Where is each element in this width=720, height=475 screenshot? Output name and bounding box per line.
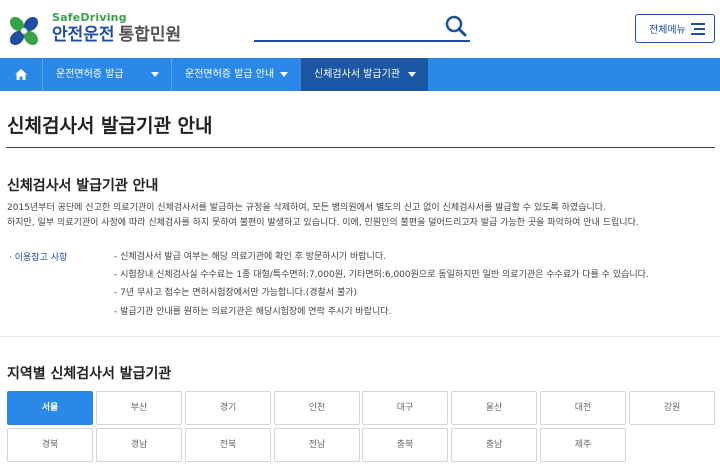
home-icon	[15, 69, 27, 80]
region-tab-jeonnam[interactable]: 전남	[274, 428, 360, 462]
nav-item-license-issue[interactable]: 운전면허증 발급	[42, 58, 171, 91]
notice-item: - 시험장내 신체검사실 수수료는 1종 대형/특수면허:7,000원, 기타면…	[114, 270, 649, 281]
description-line: 하지만, 일부 의료기관이 사정에 따라 신체검사를 하지 못하여 불편이 발생…	[7, 218, 639, 228]
region-tab-busan[interactable]: 부산	[96, 391, 182, 425]
region-tab-incheon[interactable]: 인천	[274, 391, 360, 425]
site-header: SafeDriving 안전운전 통합민원 전체메뉴	[0, 0, 720, 58]
notice-item: - 신체검사서 발급 여부는 해당 의료기관에 확인 후 방문하시기 바랍니다.	[114, 252, 386, 262]
nav-item-label: 운전면허증 발급 안내	[185, 69, 275, 80]
region-tab-gyeonggi[interactable]: 경기	[185, 391, 271, 425]
notice-item: - 7년 무사고 접수는 면허시험장에서만 가능합니다.(경찰서 불가)	[114, 288, 358, 299]
section-title-guide: 신체검사서 발급기관 안내	[7, 178, 159, 194]
chevron-down-icon	[151, 72, 159, 77]
region-tab-ulsan[interactable]: 울산	[451, 391, 537, 425]
guide-description: 2015년부터 공단에 신고한 의료기관이 신체검사서를 발급하는 규정을 삭제…	[7, 201, 639, 231]
clover-logo-icon	[9, 16, 39, 46]
nav-item-license-guide[interactable]: 운전면허증 발급 안내	[171, 58, 300, 91]
logo-sub-text: 통합민원	[118, 25, 182, 45]
region-tab-gyeongbuk[interactable]: 경북	[7, 428, 93, 462]
region-tab-daejeon[interactable]: 대전	[540, 391, 626, 425]
nav-item-label: 운전면허증 발급	[56, 69, 124, 80]
nav-item-label: 신체검사서 발급기관	[314, 69, 400, 80]
hamburger-icon	[691, 23, 705, 35]
notice-list: - 신체검사서 발급 여부는 해당 의료기관에 확인 후 방문하시기 바랍니다.…	[114, 251, 649, 324]
region-tab-jeju[interactable]: 제주	[540, 428, 626, 462]
all-menu-label: 전체메뉴	[649, 25, 686, 36]
chevron-down-icon	[280, 72, 288, 77]
search-icon[interactable]	[444, 14, 468, 38]
logo-main-text: 안전운전	[52, 25, 115, 45]
chevron-down-icon	[408, 72, 416, 77]
section-title-regions: 지역별 신체검사서 발급기관	[7, 366, 172, 382]
section-divider	[0, 336, 720, 337]
nav-item-exam-institution[interactable]: 신체검사서 발급기관	[300, 58, 428, 91]
region-tab-gyeongnam[interactable]: 경남	[96, 428, 182, 462]
page-title: 신체검사서 발급기관 안내	[7, 115, 213, 137]
description-line: 2015년부터 공단에 신고한 의료기관이 신체검사서를 발급하는 규정을 삭제…	[7, 203, 606, 213]
region-tab-chungbuk[interactable]: 충북	[362, 428, 448, 462]
region-tab-daegu[interactable]: 대구	[362, 391, 448, 425]
region-tab-jeonbuk[interactable]: 전북	[185, 428, 271, 462]
title-divider	[6, 147, 715, 148]
region-tab-seoul[interactable]: 서울	[7, 391, 93, 425]
logo-english-text: SafeDriving	[52, 11, 127, 24]
region-tab-chungnam[interactable]: 충남	[451, 428, 537, 462]
site-logo[interactable]: SafeDriving 안전운전 통합민원	[8, 11, 188, 49]
search-bar[interactable]	[254, 14, 470, 42]
breadcrumb-nav: 운전면허증 발급 운전면허증 발급 안내 신체검사서 발급기관	[0, 58, 720, 91]
notice-item: - 발급기관 안내를 원하는 의료기관은 해당시험장에 연락 주시기 바랍니다.	[114, 306, 392, 317]
region-tab-gangwon[interactable]: 강원	[629, 391, 715, 425]
home-button[interactable]	[0, 58, 42, 91]
logo-korean-text: 안전운전 통합민원	[52, 24, 181, 46]
all-menu-button[interactable]: 전체메뉴	[635, 14, 715, 43]
notice-label: · 이용참고 사항	[9, 253, 68, 263]
